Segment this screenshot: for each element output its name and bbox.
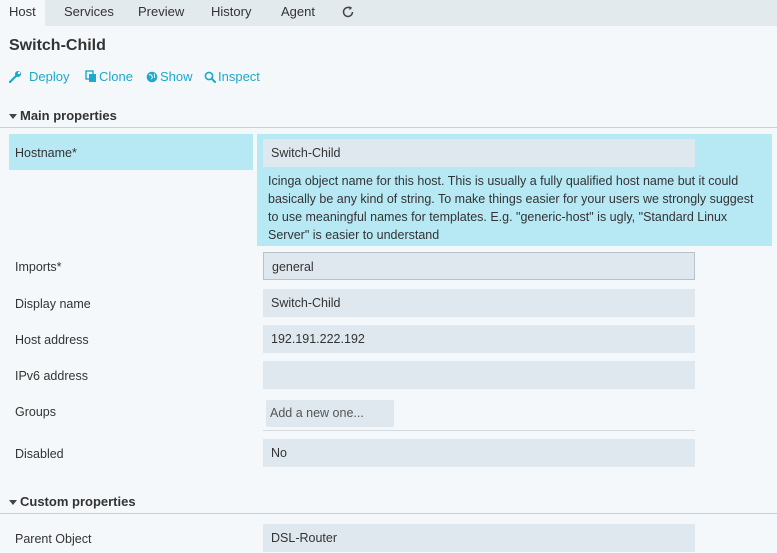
tab-agent[interactable]: Agent — [281, 0, 315, 26]
imports-label: Imports* — [15, 260, 62, 274]
ipv6-address-label: IPv6 address — [15, 369, 88, 383]
display-name-label: Display name — [15, 297, 91, 311]
main-properties-label: Main properties — [20, 108, 117, 123]
disabled-label: Disabled — [15, 447, 64, 461]
groups-input[interactable]: Add a new one... — [266, 400, 394, 427]
parent-object-label: Parent Object — [15, 532, 92, 546]
hostname-input[interactable]: Switch-Child — [263, 139, 695, 167]
show-label: Show — [160, 69, 193, 84]
show-button[interactable]: Show — [146, 69, 193, 85]
refresh-icon[interactable] — [341, 5, 355, 19]
tab-services[interactable]: Services — [64, 0, 114, 26]
ipv6-address-input[interactable] — [263, 361, 695, 389]
globe-icon — [146, 71, 158, 83]
inspect-button[interactable]: Inspect — [204, 69, 260, 85]
clone-button[interactable]: Clone — [85, 69, 133, 85]
caret-down-icon — [9, 114, 17, 119]
main-properties-header[interactable]: Main properties — [9, 108, 777, 128]
magnifier-icon — [204, 71, 216, 83]
imports-input[interactable]: general — [263, 252, 695, 280]
section-divider — [0, 513, 777, 514]
groups-label: Groups — [15, 405, 56, 419]
tab-history[interactable]: History — [211, 0, 251, 26]
parent-object-input[interactable]: DSL-Router — [263, 524, 695, 552]
deploy-label: Deploy — [29, 69, 70, 84]
tab-preview[interactable]: Preview — [138, 0, 184, 26]
display-name-input[interactable]: Switch-Child — [263, 289, 695, 317]
tab-host[interactable]: Host — [0, 0, 45, 26]
disabled-select[interactable]: No — [263, 439, 695, 467]
deploy-button[interactable]: Deploy — [9, 69, 69, 85]
wrench-icon — [9, 70, 22, 83]
hostname-label: Hostname* — [15, 146, 77, 160]
caret-down-icon — [9, 500, 17, 505]
page-title: Switch-Child — [9, 37, 106, 54]
custom-properties-header[interactable]: Custom properties — [9, 494, 777, 514]
custom-properties-label: Custom properties — [20, 494, 136, 509]
groups-divider — [263, 430, 695, 431]
inspect-label: Inspect — [218, 69, 260, 84]
host-address-input[interactable]: 192.191.222.192 — [263, 325, 695, 353]
host-address-label: Host address — [15, 333, 89, 347]
section-divider — [0, 127, 777, 128]
hostname-hint: Icinga object name for this host. This i… — [268, 174, 754, 242]
clone-label: Clone — [99, 69, 133, 84]
tab-bar: Host Services Preview History Agent — [0, 0, 777, 26]
copy-icon — [85, 70, 97, 83]
